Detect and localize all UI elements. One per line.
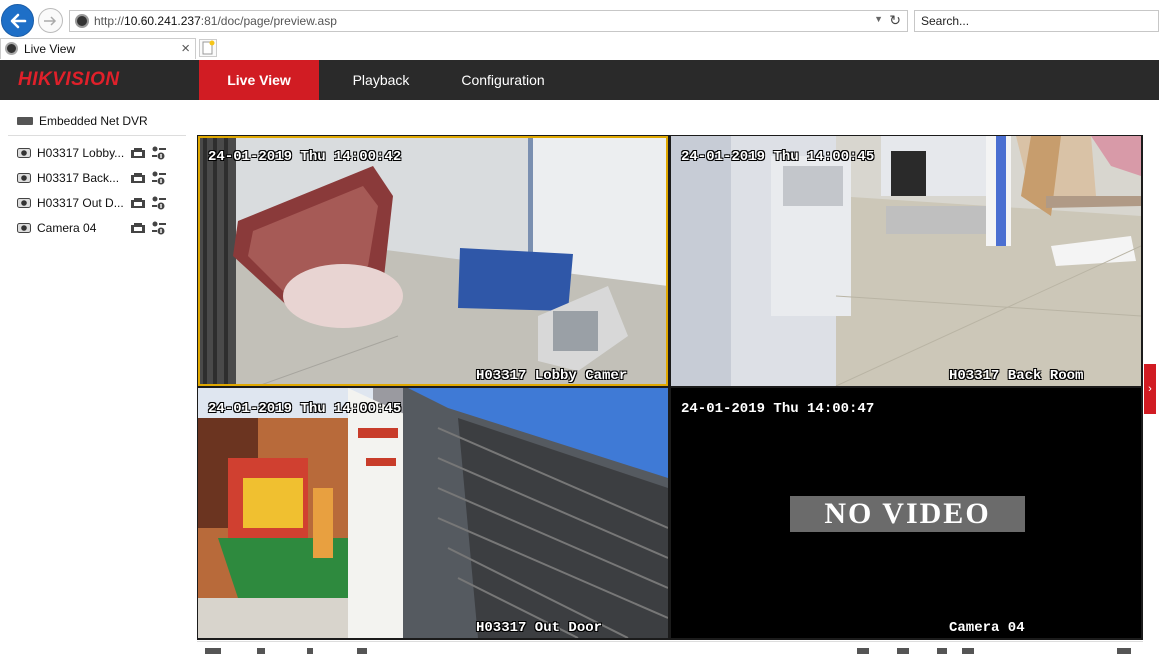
record-icon[interactable] (131, 148, 145, 158)
tile-camera-name: H03317 Out Door (476, 620, 603, 636)
options-icon[interactable] (151, 146, 167, 160)
camera-icon (17, 198, 31, 208)
new-tab-icon[interactable] (199, 39, 217, 57)
camera-label: H03317 Out D... (37, 196, 124, 210)
tile-camera-name: Camera 04 (949, 620, 1025, 636)
arrow-right-icon (44, 16, 57, 26)
tab-playback[interactable]: Playback (331, 60, 431, 100)
video-tile-back-room[interactable]: 24-01-2019 Thu 14:00:45 H03317 Back Room (671, 136, 1141, 386)
tile-camera-name: H03317 Back Room (949, 368, 1084, 384)
options-icon[interactable] (151, 171, 167, 185)
tab-live-view[interactable]: Live View (199, 60, 319, 100)
hikvision-logo: HIKVISION (18, 69, 120, 90)
video-tile-out-door[interactable]: 24-01-2019 Thu 14:00:45 H03317 Out Door (198, 388, 668, 638)
browser-address-bar: http://10.60.241.237:81/doc/page/preview… (0, 0, 1159, 40)
video-tile-lobby[interactable]: 24-01-2019 Thu 14:00:42 H03317 Lobby Cam… (198, 136, 668, 386)
options-icon[interactable] (151, 221, 167, 235)
tile-timestamp: 24-01-2019 Thu 14:00:42 (208, 149, 402, 165)
search-input[interactable] (921, 14, 1121, 28)
camera-icon (17, 173, 31, 183)
camera-icon (17, 223, 31, 233)
site-icon (75, 14, 89, 28)
tab-site-icon (5, 42, 18, 55)
tile-timestamp: 24-01-2019 Thu 14:00:45 (208, 401, 402, 417)
back-button[interactable] (1, 4, 34, 37)
device-label: Embedded Net DVR (39, 114, 148, 128)
tile-timestamp: 24-01-2019 Thu 14:00:45 (681, 149, 875, 165)
refresh-icon[interactable]: ↻ (889, 12, 901, 29)
camera-item-back-room[interactable]: H03317 Back... (17, 167, 187, 189)
record-all-icon[interactable] (937, 648, 947, 654)
tile-camera-name: H03317 Lobby Camer (476, 368, 628, 384)
device-node[interactable]: Embedded Net DVR (8, 108, 186, 136)
device-sidebar: Embedded Net DVR H03317 Lobby... H03317 … (0, 100, 190, 652)
tab-title: Live View (24, 42, 76, 56)
stop-all-icon[interactable] (857, 648, 869, 654)
record-icon[interactable] (131, 173, 145, 183)
panel-toggle-button[interactable]: › (1144, 364, 1156, 414)
camera-item-camera-04[interactable]: Camera 04 (17, 217, 187, 239)
camera-item-lobby[interactable]: H03317 Lobby... (17, 142, 187, 164)
camera-label: H03317 Back... (37, 171, 120, 185)
lobby-camera-feed (198, 136, 668, 386)
prev-page-icon[interactable] (257, 648, 265, 654)
fullscreen-icon[interactable] (1117, 648, 1131, 654)
capture-icon[interactable] (897, 648, 909, 654)
url-field[interactable]: http://10.60.241.237:81/doc/page/preview… (69, 10, 908, 32)
back-room-camera-feed (671, 136, 1141, 386)
url-text: http://10.60.241.237:81/doc/page/preview… (94, 14, 337, 28)
close-icon[interactable]: × (181, 40, 190, 57)
next-page-icon[interactable] (307, 648, 313, 654)
arrow-left-icon (10, 13, 27, 29)
layout-icon[interactable] (205, 648, 221, 654)
out-door-camera-feed (198, 388, 668, 638)
search-field[interactable] (914, 10, 1159, 32)
forward-button[interactable] (38, 8, 63, 33)
preview-toolbar (197, 641, 1143, 654)
options-icon[interactable] (151, 196, 167, 210)
camera-item-out-door[interactable]: H03317 Out D... (17, 192, 187, 214)
browser-tab[interactable]: Live View × (0, 38, 196, 59)
camera-icon (17, 148, 31, 158)
video-tile-camera-04[interactable]: 24-01-2019 Thu 14:00:47 NO VIDEO Camera … (671, 388, 1141, 638)
stream-icon[interactable] (357, 648, 367, 654)
browser-tab-bar: Live View × (0, 38, 1159, 61)
url-dropdown-icon[interactable]: ▼ (874, 14, 883, 24)
video-grid: 24-01-2019 Thu 14:00:42 H03317 Lobby Cam… (197, 135, 1143, 640)
record-icon[interactable] (131, 198, 145, 208)
tab-configuration[interactable]: Configuration (448, 60, 558, 100)
tile-timestamp: 24-01-2019 Thu 14:00:47 (681, 401, 875, 417)
no-video-overlay: NO VIDEO (790, 496, 1025, 532)
camera-label: Camera 04 (37, 221, 97, 235)
record-icon[interactable] (131, 223, 145, 233)
zoom-icon[interactable] (962, 648, 974, 654)
dvr-icon (17, 117, 33, 125)
camera-label: H03317 Lobby... (37, 146, 125, 160)
app-header: HIKVISION Live View Playback Configurati… (0, 60, 1159, 100)
